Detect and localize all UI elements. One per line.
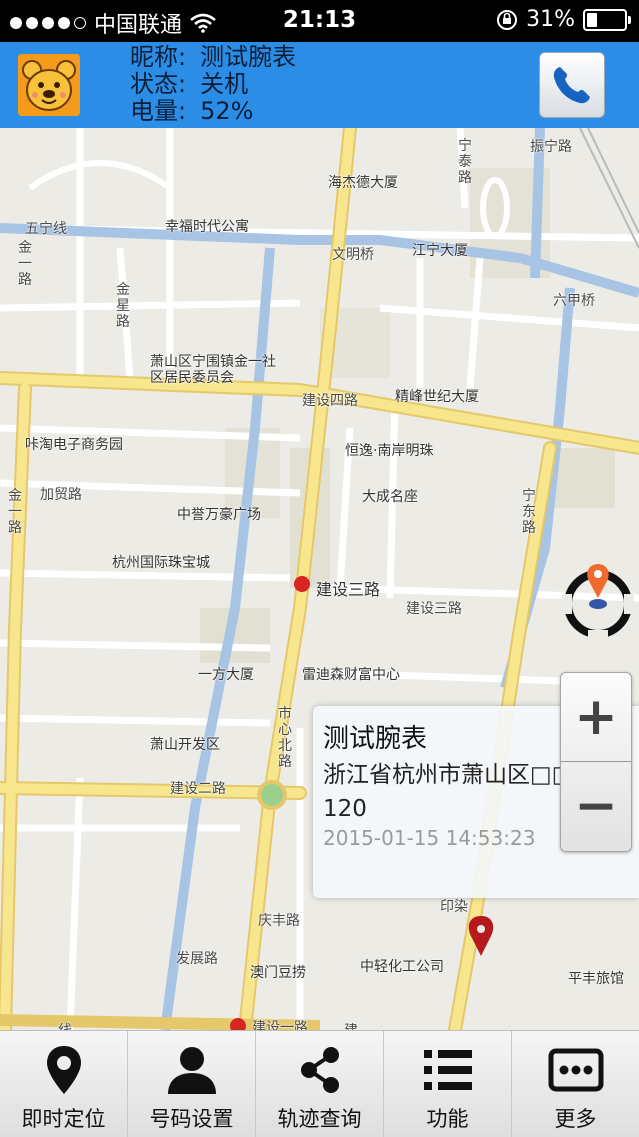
zoom-in-button[interactable]: + xyxy=(561,673,631,761)
status-label: 状态: xyxy=(130,70,187,98)
road-label: 文明桥 xyxy=(332,247,374,263)
poi-label: 恒逸·南岸明珠 xyxy=(345,443,434,459)
target-location-icon xyxy=(562,564,634,640)
poi-label: 萧山开发区 xyxy=(150,737,220,753)
road-label: 宁东路 xyxy=(522,488,536,536)
road-label: 金一路 xyxy=(8,488,22,536)
nickname-row: 昵称: 测试腕表 xyxy=(130,44,296,71)
location-pin-icon xyxy=(46,1046,81,1094)
road-label: 线 xyxy=(58,1020,72,1030)
road-label: 六甲桥 xyxy=(553,293,595,309)
poi-label: 中誉万豪广场 xyxy=(177,507,261,523)
battery-icon xyxy=(583,8,631,31)
zoom-out-button[interactable]: − xyxy=(561,762,631,850)
device-info: 昵称: 测试腕表 状态: 关机 电量: 52% xyxy=(130,44,296,125)
zoom-control: + − xyxy=(560,672,632,852)
tab-bar: 即时定位 号码设置 轨迹查询 功能 更多 xyxy=(0,1030,639,1137)
road-label: 印染 xyxy=(440,899,468,915)
tab-number-settings[interactable]: 号码设置 xyxy=(128,1031,256,1137)
road-label: 振宁路 xyxy=(530,139,572,155)
battery-label: 电量: xyxy=(130,97,187,125)
road-label: 庆丰路 xyxy=(258,913,300,929)
poi-label: 澳门豆捞 xyxy=(250,965,306,981)
list-icon xyxy=(423,1050,472,1090)
battery-percent: 31% xyxy=(526,7,575,32)
tab-label: 更多 xyxy=(554,1107,597,1131)
orientation-lock-icon xyxy=(497,9,518,30)
tab-functions[interactable]: 功能 xyxy=(384,1031,512,1137)
road-label: 建设一路 xyxy=(252,1020,308,1030)
share-icon xyxy=(300,1047,339,1093)
locate-me-button[interactable] xyxy=(558,560,638,642)
popup-title: 测试腕表 xyxy=(323,724,428,754)
call-button[interactable] xyxy=(539,52,605,118)
nickname-label: 昵称: xyxy=(130,43,187,71)
road-label: 五宁线 xyxy=(25,221,67,237)
tab-track-query[interactable]: 轨迹查询 xyxy=(256,1031,384,1137)
tab-more[interactable]: 更多 xyxy=(512,1031,639,1137)
road-label: 建设四路 xyxy=(302,393,358,409)
device-avatar[interactable] xyxy=(18,54,80,116)
road-label: 建设三路 xyxy=(406,601,462,617)
nickname-value: 测试腕表 xyxy=(200,43,297,71)
tab-label: 功能 xyxy=(426,1107,469,1131)
battery-value: 52% xyxy=(200,97,254,125)
poi-label: 中轻化工公司 xyxy=(360,959,444,975)
poi-label: 幸福时代公寓 xyxy=(165,219,249,235)
road-label: 宁泰路 xyxy=(458,138,472,186)
status-right: 31% xyxy=(496,7,631,32)
poi-label: 精峰世纪大厦 xyxy=(395,389,479,405)
tab-label: 号码设置 xyxy=(149,1107,234,1131)
battery-row: 电量: 52% xyxy=(130,98,296,125)
poi-label: 一方大厦 xyxy=(198,667,254,683)
poi-label: 萧山区宁围镇金一社区居民委员会 xyxy=(150,354,276,386)
road-label: 加贸路 xyxy=(40,487,82,503)
road-label: 发展路 xyxy=(176,951,218,967)
poi-label: 咔淘电子商务园 xyxy=(25,437,123,453)
poi-label: 江宁大厦 xyxy=(412,243,468,259)
tab-label: 即时定位 xyxy=(21,1107,106,1131)
road-label: 建设二路 xyxy=(170,781,226,797)
bear-avatar-icon xyxy=(18,54,80,116)
poi-label: 大成名座 xyxy=(362,489,418,505)
tab-realtime-location[interactable]: 即时定位 xyxy=(0,1031,128,1137)
status-value: 关机 xyxy=(200,70,249,98)
status-bar: 中国联通 21:13 31% xyxy=(0,0,639,42)
road-label: 市心北路 xyxy=(278,706,292,770)
road-label: 建 xyxy=(344,1020,358,1030)
poi-label: 雷迪森财富中心 xyxy=(302,667,400,683)
person-icon xyxy=(167,1047,216,1094)
poi-label: 平丰旅馆 xyxy=(568,971,624,987)
road-label: 金星路 xyxy=(116,282,130,330)
status-row: 状态: 关机 xyxy=(130,71,296,98)
road-label: 建设三路 xyxy=(316,580,381,599)
phone-icon xyxy=(553,67,590,104)
road-label: 金一路 xyxy=(18,240,32,288)
more-icon xyxy=(548,1048,603,1092)
poi-label: 海杰德大厦 xyxy=(328,175,398,191)
device-header: 昵称: 测试腕表 状态: 关机 电量: 52% xyxy=(0,42,639,128)
tab-label: 轨迹查询 xyxy=(277,1107,362,1131)
popup-timestamp: 2015-01-15 14:53:23 xyxy=(323,826,536,850)
poi-label: 杭州国际珠宝城 xyxy=(112,555,210,571)
